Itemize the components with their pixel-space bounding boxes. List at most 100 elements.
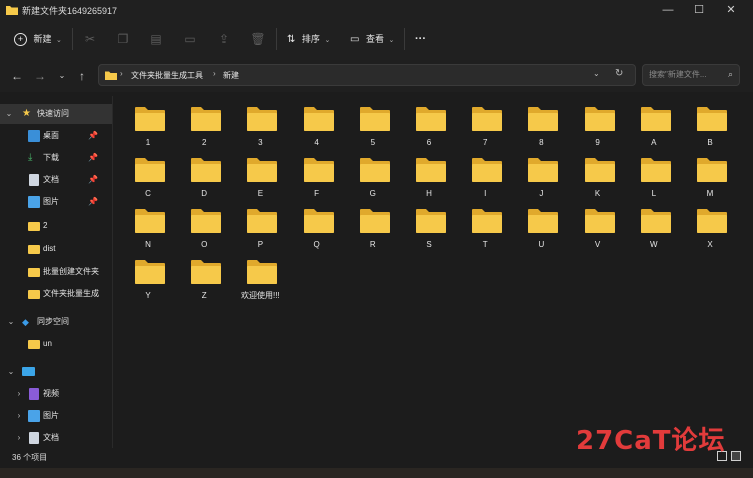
folder-item[interactable]: T: [458, 208, 512, 260]
tiles-view-icon[interactable]: [731, 451, 741, 461]
sidebar-item-folder[interactable]: dist: [0, 239, 112, 259]
folder-item[interactable]: M: [683, 157, 737, 209]
delete-icon[interactable]: 🗑: [250, 31, 266, 47]
folder-item[interactable]: 2: [177, 106, 231, 158]
folder-icon: [528, 209, 559, 233]
folder-item[interactable]: U: [514, 208, 568, 260]
sidebar-item-documents[interactable]: 文档 📌: [0, 170, 112, 190]
sidebar-item-this-pc[interactable]: ⌄: [0, 362, 112, 382]
folder-item[interactable]: 4: [290, 106, 344, 158]
breadcrumb-item[interactable]: 新建: [223, 70, 239, 81]
folder-item[interactable]: B: [683, 106, 737, 158]
folder-item[interactable]: P: [233, 208, 287, 260]
folder-item[interactable]: O: [177, 208, 231, 260]
refresh-icon[interactable]: ↻: [615, 68, 623, 79]
maximize-button[interactable]: ☐: [683, 0, 715, 20]
sidebar-item-downloads[interactable]: ⤓ 下载 📌: [0, 148, 112, 168]
folder-item[interactable]: 5: [346, 106, 400, 158]
folder-item[interactable]: 9: [571, 106, 625, 158]
video-icon: [29, 388, 39, 400]
folder-item[interactable]: N: [121, 208, 175, 260]
folder-icon: [416, 209, 446, 233]
folder-item[interactable]: X: [683, 208, 737, 260]
folder-item[interactable]: 6: [402, 106, 456, 158]
folder-item[interactable]: 7: [458, 106, 512, 158]
rename-icon[interactable]: ▭: [182, 31, 198, 47]
folder-item[interactable]: L: [627, 157, 681, 209]
chevron-down-icon: ⌄: [324, 37, 331, 44]
sidebar-item-folder[interactable]: 2: [0, 216, 112, 236]
folder-item[interactable]: H: [402, 157, 456, 209]
more-options-button[interactable]: ···: [415, 30, 426, 48]
folder-item[interactable]: 欢迎使用!!!: [233, 259, 287, 311]
folder-item[interactable]: D: [177, 157, 231, 209]
sidebar-item-videos[interactable]: › 视频: [0, 384, 112, 404]
folder-item[interactable]: K: [571, 157, 625, 209]
folder-item[interactable]: W: [627, 208, 681, 260]
folder-label: K: [594, 189, 601, 198]
folder-label: 欢迎使用!!!: [241, 291, 280, 300]
recent-locations-icon[interactable]: ⌄: [54, 68, 70, 84]
minimize-button[interactable]: —: [652, 0, 684, 20]
folder-item[interactable]: V: [571, 208, 625, 260]
desktop-icon: [28, 130, 40, 142]
folder-icon: [528, 158, 559, 182]
share-icon[interactable]: ⇪: [216, 31, 232, 47]
sidebar-item-pictures-pc[interactable]: › 图片: [0, 406, 112, 426]
folder-item[interactable]: R: [346, 208, 400, 260]
folder-item[interactable]: J: [514, 157, 568, 209]
copy-icon[interactable]: ❐: [115, 31, 131, 47]
folder-item[interactable]: S: [402, 208, 456, 260]
watermark: 27CaT论坛: [576, 426, 726, 456]
sidebar-item-un[interactable]: un: [0, 334, 112, 354]
forward-icon[interactable]: →: [32, 68, 48, 84]
sidebar-item-sync-space[interactable]: ⌄ ◆ 同步空间: [0, 312, 112, 332]
paste-icon[interactable]: ▤: [148, 31, 164, 47]
sync-icon: ◆: [22, 317, 29, 327]
sidebar-item-label: 文件夹批量生成: [43, 289, 99, 298]
folder-item[interactable]: Z: [177, 259, 231, 311]
folder-icon: [105, 71, 117, 80]
sidebar-item-folder[interactable]: 文件夹批量生成: [0, 284, 112, 304]
pin-icon: 📌: [88, 131, 98, 140]
folder-item[interactable]: Q: [290, 208, 344, 260]
folder-icon: [640, 107, 671, 131]
new-button[interactable]: + 新建 ⌄: [14, 30, 62, 48]
folder-item[interactable]: G: [346, 157, 400, 209]
folder-item[interactable]: Y: [121, 259, 175, 311]
view-button[interactable]: ▭ 查看 ⌄: [350, 30, 394, 48]
folder-item[interactable]: 8: [514, 106, 568, 158]
close-button[interactable]: ✕: [715, 0, 747, 20]
sidebar-item-desktop[interactable]: 桌面 📌: [0, 126, 112, 146]
folder-item[interactable]: 3: [233, 106, 287, 158]
back-icon[interactable]: ←: [9, 68, 25, 84]
sort-button[interactable]: ⇅ 排序 ⌄: [287, 30, 330, 48]
folder-item[interactable]: C: [121, 157, 175, 209]
sidebar-item-pictures[interactable]: 图片 📌: [0, 192, 112, 212]
folder-item[interactable]: I: [458, 157, 512, 209]
folder-item[interactable]: A: [627, 106, 681, 158]
folder-icon: [359, 107, 390, 131]
folder-icon: [528, 107, 559, 131]
search-input[interactable]: 搜索"新建文件...: [642, 64, 740, 86]
folder-item[interactable]: E: [233, 157, 287, 209]
folder-label: 4: [314, 138, 319, 147]
folder-label: L: [651, 189, 657, 198]
sidebar-item-label: 批量创建文件夹: [43, 267, 99, 276]
address-bar[interactable]: › 文件夹批量生成工具 › 新建 ⌄ ↻: [98, 64, 636, 86]
folder-label: H: [426, 189, 432, 198]
cut-icon[interactable]: ✂: [82, 31, 98, 47]
sidebar-item-folder[interactable]: 批量创建文件夹: [0, 262, 112, 282]
sidebar-item-label: 同步空间: [37, 317, 69, 326]
up-icon[interactable]: ↑: [74, 68, 90, 84]
folder-icon: [640, 158, 671, 182]
folder-item[interactable]: F: [290, 157, 344, 209]
sidebar-item-documents-pc[interactable]: › 文档: [0, 428, 112, 448]
breadcrumb-item[interactable]: 文件夹批量生成工具: [131, 70, 203, 81]
scrollbar[interactable]: [741, 96, 751, 448]
folder-item[interactable]: 1: [121, 106, 175, 158]
chevron-down-icon[interactable]: ⌄: [593, 69, 600, 78]
folder-icon: [697, 158, 727, 182]
breadcrumb-separator-icon: ›: [120, 69, 123, 78]
sidebar-item-quick-access[interactable]: ⌄ ★ 快速访问: [0, 104, 112, 124]
